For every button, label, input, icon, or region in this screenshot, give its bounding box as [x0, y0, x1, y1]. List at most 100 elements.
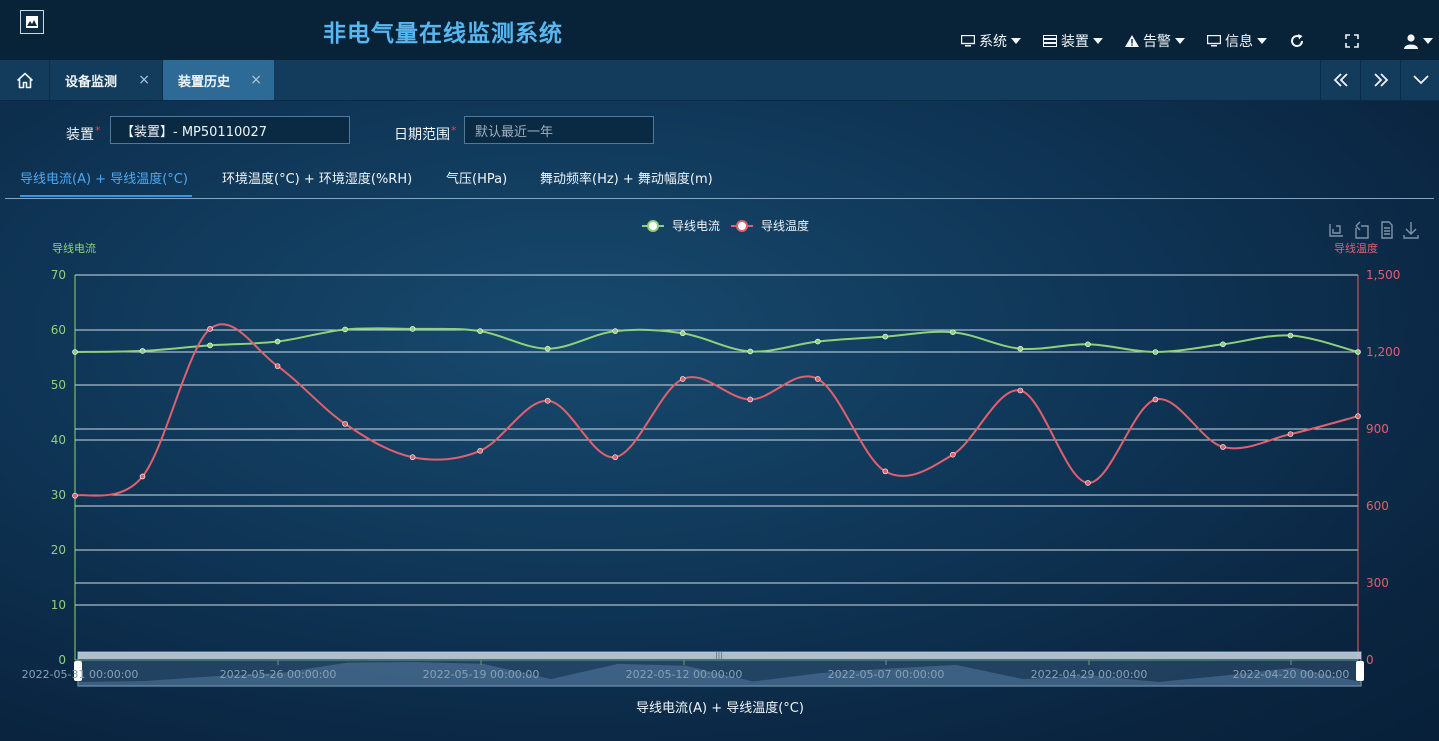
data-point[interactable]: [1220, 341, 1226, 348]
date-range-label: 日期范围*: [394, 124, 457, 144]
data-point[interactable]: [72, 492, 78, 499]
monitor-icon: [1207, 35, 1221, 47]
left-axis-tick-label: 50: [51, 378, 66, 392]
zoom-icon[interactable]: [1329, 224, 1343, 237]
data-point[interactable]: [207, 326, 213, 332]
data-point[interactable]: [882, 333, 889, 340]
user-menu-button[interactable]: [1403, 33, 1433, 49]
data-point[interactable]: [1287, 332, 1294, 339]
data-point[interactable]: [274, 338, 281, 345]
refresh-button[interactable]: [1289, 33, 1305, 49]
data-point[interactable]: [950, 329, 956, 336]
fullscreen-button[interactable]: [1345, 34, 1359, 48]
menu-alarm[interactable]: 告警: [1125, 31, 1185, 51]
data-point[interactable]: [207, 342, 213, 349]
left-axis-tick-label: 0: [58, 653, 66, 667]
tab-device-monitor-label: 设备监测: [65, 74, 118, 90]
menu-alarm-label: 告警: [1143, 34, 1171, 50]
tab-device-monitor[interactable]: 设备监测 ×: [50, 60, 163, 100]
close-icon[interactable]: ×: [250, 72, 262, 88]
data-point[interactable]: [612, 454, 619, 461]
top-header: 非电气量在线监测系统 系统 装置 告警 信息: [0, 0, 1439, 60]
double-chevron-left-icon: [1333, 73, 1348, 87]
device-label-text: 装置: [66, 127, 94, 143]
zoom-reset-icon[interactable]: [1355, 221, 1369, 239]
fullscreen-icon: [1345, 34, 1359, 48]
tabs-scroll-left-button[interactable]: [1320, 60, 1360, 100]
user-icon: [1404, 34, 1418, 49]
data-point[interactable]: [1085, 480, 1091, 486]
data-point[interactable]: [1287, 431, 1294, 437]
tab-home[interactable]: [0, 60, 50, 100]
data-point[interactable]: [1355, 349, 1361, 355]
menu-system-label: 系统: [979, 34, 1007, 50]
data-point[interactable]: [139, 473, 146, 480]
tab-air-pressure[interactable]: 气压(HPa): [446, 168, 507, 187]
data-point[interactable]: [1152, 396, 1159, 403]
slider-left-handle[interactable]: [74, 661, 82, 681]
data-point[interactable]: [409, 454, 416, 461]
data-point[interactable]: [814, 338, 821, 345]
download-icon[interactable]: [1403, 222, 1419, 239]
required-mark: *: [95, 124, 101, 137]
data-point[interactable]: [1220, 444, 1226, 450]
left-axis-name: 导线电流: [52, 241, 96, 255]
data-point[interactable]: [1017, 387, 1024, 394]
server-icon: [1043, 35, 1057, 47]
data-view-icon[interactable]: [1381, 221, 1393, 239]
menu-device[interactable]: 装置: [1043, 31, 1103, 51]
data-point[interactable]: [1355, 413, 1361, 419]
data-point[interactable]: [409, 326, 416, 332]
data-point[interactable]: [950, 451, 956, 458]
data-point[interactable]: [747, 348, 754, 355]
chart-tabs: 导线电流(A) + 导线温度(°C) 环境温度(°C) + 环境湿度(%RH) …: [5, 160, 1434, 199]
device-select[interactable]: 【装置】- MP50110027: [110, 116, 350, 144]
chevron-down-icon: [1257, 38, 1267, 44]
device-label: 装置*: [66, 124, 101, 144]
line-chart: 0 10 20 30 40 50 60 70 0 300 600 900 1,200 1,500 导线电流…: [22, 218, 1419, 716]
tab-ambient-temp-humidity[interactable]: 环境温度(°C) + 环境湿度(%RH): [222, 168, 412, 187]
menu-system[interactable]: 系统: [961, 31, 1021, 51]
data-point[interactable]: [342, 421, 348, 427]
tab-device-history[interactable]: 装置历史 ×: [163, 60, 274, 100]
date-range-input[interactable]: 默认最近一年: [464, 116, 654, 144]
data-point[interactable]: [882, 468, 889, 475]
data-point[interactable]: [679, 376, 686, 382]
tabs-menu-button[interactable]: [1400, 60, 1439, 100]
active-tab-indicator: [20, 195, 192, 197]
tab-bar: 设备监测 × 装置历史 ×: [0, 60, 1439, 101]
data-point[interactable]: [1017, 345, 1024, 352]
left-axis-tick-label: 20: [51, 543, 66, 557]
data-point[interactable]: [1152, 349, 1159, 355]
data-point[interactable]: [1085, 341, 1091, 348]
logo-icon: [26, 16, 38, 28]
chart-legend[interactable]: 导线电流 导线温度: [642, 218, 809, 233]
data-point[interactable]: [544, 345, 551, 352]
data-point[interactable]: [612, 328, 619, 334]
slider-right-handle[interactable]: [1356, 661, 1364, 681]
tab-current-temperature[interactable]: 导线电流(A) + 导线温度(°C): [20, 168, 188, 187]
warning-icon: [1125, 35, 1139, 47]
data-point[interactable]: [747, 396, 754, 403]
slider-grip-icon: |||: [715, 650, 723, 659]
data-point[interactable]: [544, 397, 551, 404]
menu-info[interactable]: 信息: [1207, 31, 1267, 51]
tabs-scroll-right-button[interactable]: [1360, 60, 1400, 100]
right-axis-tick-label: 900: [1366, 422, 1389, 436]
right-axis-tick-label: 1,200: [1366, 345, 1400, 359]
data-point[interactable]: [679, 330, 686, 337]
data-point[interactable]: [274, 363, 281, 369]
data-point[interactable]: [342, 326, 348, 333]
data-point[interactable]: [477, 448, 483, 454]
data-point[interactable]: [477, 328, 483, 334]
left-axis-tick-label: 10: [51, 598, 66, 612]
data-point[interactable]: [139, 348, 146, 354]
legend-current-marker: [647, 220, 659, 232]
tab-galloping[interactable]: 舞动频率(Hz) + 舞动幅度(m): [540, 168, 713, 187]
data-point[interactable]: [814, 376, 821, 382]
chevron-down-icon: [1175, 38, 1185, 44]
chevron-down-icon: [1412, 75, 1429, 85]
close-icon[interactable]: ×: [138, 72, 150, 88]
data-zoom-slider[interactable]: |||: [74, 650, 1364, 687]
data-point[interactable]: [72, 349, 78, 355]
